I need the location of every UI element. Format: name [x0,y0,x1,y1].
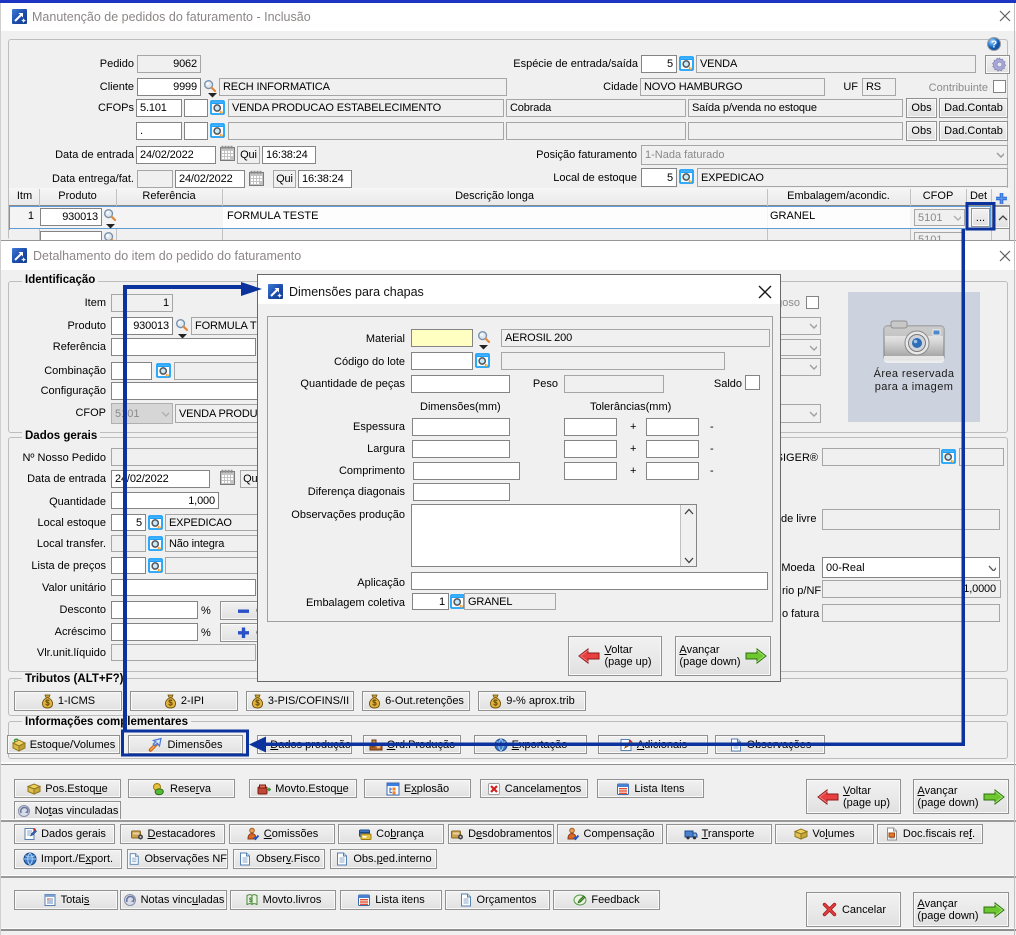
svg-text:$: $ [45,698,50,707]
svg-text:$: $ [168,698,173,707]
svg-text:$: $ [255,698,260,707]
svg-text:?: ? [991,40,997,51]
svg-text:$: $ [494,698,499,707]
svg-text:$: $ [372,698,377,707]
